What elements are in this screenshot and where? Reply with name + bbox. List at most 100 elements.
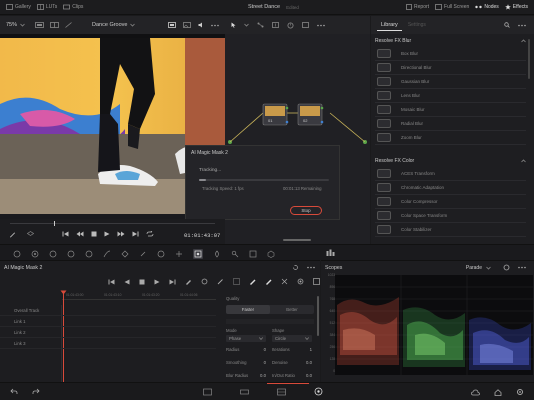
brush-icon[interactable]: [217, 278, 224, 285]
track-stop-icon[interactable]: [139, 279, 145, 285]
section-header-color[interactable]: Resolve FX Color: [371, 154, 534, 167]
home-icon[interactable]: [494, 388, 502, 396]
chevron-down-icon[interactable]: [130, 23, 136, 27]
node-2-label[interactable]: 02: [303, 118, 307, 123]
cloud-icon[interactable]: [471, 389, 480, 396]
pointer-icon[interactable]: [231, 22, 236, 28]
motion-effects-icon[interactable]: [85, 250, 93, 258]
list-item[interactable]: ACES Transform: [375, 167, 526, 181]
eyedropper-icon[interactable]: [185, 278, 192, 285]
reset-icon[interactable]: [287, 22, 294, 29]
viewer-layout-icon[interactable]: [35, 22, 44, 28]
scroll-handle[interactable]: [283, 239, 311, 241]
scopes-toggle-icon[interactable]: [326, 249, 335, 257]
track-row[interactable]: Link 1: [0, 316, 216, 327]
list-item[interactable]: Gaussian Blur: [375, 75, 526, 89]
report-button[interactable]: Report: [406, 4, 429, 10]
pen-icon[interactable]: [9, 231, 16, 238]
param-smoothing[interactable]: Smoothing 0: [226, 360, 266, 365]
fullscreen-button[interactable]: Full Screen: [435, 4, 469, 10]
list-item[interactable]: Lens Blur: [375, 89, 526, 103]
color-page-icon[interactable]: [314, 387, 323, 396]
zoom-level[interactable]: 75%: [6, 22, 17, 28]
scope-mode[interactable]: Parade: [466, 265, 482, 271]
undo-icon[interactable]: [10, 388, 18, 395]
fast-forward-icon[interactable]: [117, 231, 125, 237]
list-item[interactable]: Box Blur: [375, 47, 526, 61]
track-skip-icon[interactable]: [169, 279, 176, 285]
layers-icon[interactable]: [27, 231, 34, 238]
add-node-icon[interactable]: [272, 22, 279, 28]
redo-icon[interactable]: [32, 388, 40, 395]
qualifier-icon[interactable]: [139, 250, 147, 258]
skip-back-icon[interactable]: [62, 231, 69, 237]
stroke-pen-icon[interactable]: [249, 278, 256, 285]
settings-icon[interactable]: [503, 264, 510, 271]
reset-icon[interactable]: [292, 264, 299, 271]
edit-page-icon[interactable]: [277, 388, 286, 396]
param-in-out-ratio[interactable]: In/Out Ratio 0.0: [272, 373, 312, 378]
section-header-blur[interactable]: Resolve FX Blur: [371, 34, 534, 47]
split-view-icon[interactable]: [50, 22, 59, 28]
list-item[interactable]: Radial Blur: [375, 117, 526, 131]
chevron-down-icon[interactable]: [244, 23, 249, 27]
stop-icon[interactable]: [91, 231, 97, 237]
nodes-button[interactable]: Nodes: [475, 4, 499, 10]
image-icon[interactable]: [183, 22, 191, 28]
overlay-toggle-icon[interactable]: [313, 278, 320, 285]
audio-icon[interactable]: [198, 22, 204, 28]
magic-mask-icon[interactable]: [193, 249, 203, 259]
track-row[interactable]: Overall Track: [0, 305, 216, 316]
blur-icon[interactable]: [213, 250, 221, 258]
node-tree-icon[interactable]: [257, 22, 264, 28]
media-page-icon[interactable]: [203, 388, 212, 396]
stop-button[interactable]: Stop: [290, 206, 322, 215]
track-forward-icon[interactable]: [154, 279, 160, 285]
gear-icon[interactable]: [516, 388, 524, 396]
track-row[interactable]: Link 2: [0, 327, 216, 338]
list-item[interactable]: Mosaic Blur: [375, 103, 526, 117]
list-item[interactable]: Zoom Blur: [375, 131, 526, 145]
param-blur-radius[interactable]: Blur Radius 0.0: [226, 373, 266, 378]
node-1-label[interactable]: 01: [268, 118, 272, 123]
curves-icon[interactable]: [103, 250, 111, 258]
list-item[interactable]: Color Compressor: [375, 195, 526, 209]
clip-name[interactable]: Dance Groove: [92, 22, 127, 28]
tab-settings[interactable]: Settings: [408, 22, 426, 28]
rgb-mixer-icon[interactable]: [67, 250, 75, 258]
mask-timeline[interactable]: 01:01:43:00 01:01:43:10 01:01:43:20 01:0…: [62, 291, 216, 300]
color-warper-icon[interactable]: [121, 250, 129, 258]
track-row[interactable]: Link 3: [0, 338, 216, 349]
mode-dropdown[interactable]: Phase: [226, 335, 266, 342]
skip-forward-icon[interactable]: [132, 231, 139, 237]
effects-button[interactable]: Effects: [504, 4, 528, 10]
param-denoise[interactable]: Denoise 0.0: [272, 360, 312, 365]
chevron-down-icon[interactable]: [486, 266, 491, 270]
more-icon[interactable]: [307, 266, 315, 269]
window-icon[interactable]: [157, 250, 165, 258]
subtract-icon[interactable]: [201, 278, 208, 285]
rewind-icon[interactable]: [76, 231, 84, 237]
more-icon[interactable]: [211, 24, 219, 27]
track-back-icon[interactable]: [124, 279, 130, 285]
clear-icon[interactable]: [281, 278, 288, 285]
params-scrollbar[interactable]: [317, 296, 319, 336]
3d-icon[interactable]: [267, 250, 275, 258]
fit-icon[interactable]: [302, 22, 309, 28]
quality-better-option[interactable]: Better: [270, 305, 314, 314]
sizing-icon[interactable]: [249, 250, 257, 258]
search-icon[interactable]: [504, 22, 510, 28]
gallery-button[interactable]: Gallery: [6, 4, 31, 10]
loop-icon[interactable]: [146, 231, 154, 237]
chevron-down-icon[interactable]: [20, 23, 25, 27]
primaries-icon[interactable]: [31, 250, 39, 258]
playhead[interactable]: [54, 221, 55, 226]
shape-dropdown[interactable]: Circle: [272, 335, 312, 342]
cut-page-icon[interactable]: [240, 388, 249, 396]
luts-button[interactable]: LUTs: [36, 4, 57, 10]
show-overlay-icon[interactable]: [297, 278, 304, 285]
tab-library[interactable]: Library: [377, 20, 402, 31]
list-item[interactable]: Color Space Transform: [375, 209, 526, 223]
highlight-icon[interactable]: [168, 22, 176, 28]
track-reverse-icon[interactable]: [108, 279, 115, 285]
